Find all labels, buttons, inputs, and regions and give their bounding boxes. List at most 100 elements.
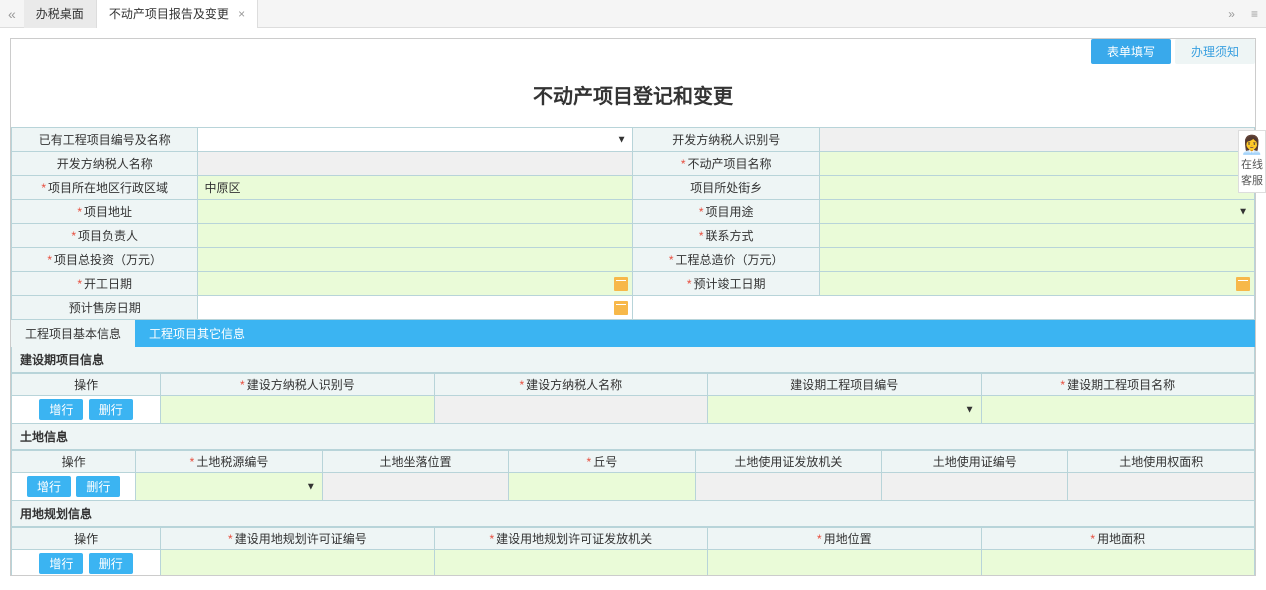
support-icon: 👩‍💼 [1239, 135, 1265, 156]
help-label: 在线客服 [1239, 156, 1265, 188]
table-row: 增行 删行 ▼ [12, 396, 1255, 424]
table-construction: 操作 *建设方纳税人识别号 *建设方纳税人名称 建设期工程项目编号 *建设期工程… [11, 373, 1255, 424]
input-contact[interactable] [819, 224, 1254, 248]
input-end-date[interactable] [819, 272, 1254, 296]
cell-c4[interactable] [981, 396, 1254, 424]
calendar-icon [614, 277, 628, 291]
tab-label: 不动产项目报告及变更 [109, 7, 229, 21]
cell-c2[interactable] [434, 550, 707, 577]
th-c4: *建设期工程项目名称 [981, 374, 1254, 396]
th-c1: *建设方纳税人识别号 [161, 374, 434, 396]
label-usage: *项目用途 [633, 200, 819, 224]
cell-c1[interactable] [161, 396, 434, 424]
cell-c3[interactable] [509, 473, 695, 501]
input-dev-taxid [819, 128, 1254, 152]
tab-desktop[interactable]: 办税桌面 [24, 0, 97, 28]
input-cost[interactable] [819, 248, 1254, 272]
table-row: 增行 删行 ▼ [12, 473, 1255, 501]
table-row: 增行 删行 [12, 550, 1255, 577]
th-c5: 土地使用证编号 [882, 451, 1068, 473]
label-project-name: *不动产项目名称 [633, 152, 819, 176]
cell-c6 [1068, 473, 1255, 501]
label-end-date: *预计竣工日期 [633, 272, 819, 296]
chevron-down-icon: ▼ [965, 404, 975, 415]
input-usage[interactable]: ▼ [819, 200, 1254, 224]
input-street[interactable]: ▼ [819, 176, 1254, 200]
empty-cell [633, 296, 1255, 320]
del-row-button[interactable]: 删行 [76, 476, 120, 497]
cell-c3[interactable]: ▼ [708, 396, 981, 424]
input-manager[interactable] [198, 224, 633, 248]
label-address: *项目地址 [12, 200, 198, 224]
add-row-button[interactable]: 增行 [27, 476, 71, 497]
action-tabs: 表单填写 办理须知 [11, 39, 1255, 64]
input-project-no[interactable]: ▼ [198, 128, 633, 152]
th-c6: 土地使用权面积 [1068, 451, 1255, 473]
label-project-no: 已有工程项目编号及名称 [12, 128, 198, 152]
cell-op: 增行 删行 [12, 396, 161, 424]
input-investment[interactable] [198, 248, 633, 272]
th-c2: *建设方纳税人名称 [434, 374, 707, 396]
tab-other-info[interactable]: 工程项目其它信息 [135, 320, 259, 347]
online-help-button[interactable]: 👩‍💼 在线客服 [1238, 130, 1266, 193]
label-dev-name: 开发方纳税人名称 [12, 152, 198, 176]
th-c3: *丘号 [509, 451, 695, 473]
menu-icon[interactable]: ≡ [1243, 7, 1266, 21]
del-row-button[interactable]: 删行 [89, 553, 133, 574]
tab-process-notice[interactable]: 办理须知 [1175, 39, 1255, 64]
cell-c2 [434, 396, 707, 424]
chevron-down-icon: ▼ [1238, 206, 1248, 217]
add-row-button[interactable]: 增行 [39, 399, 83, 420]
input-project-name[interactable] [819, 152, 1254, 176]
add-row-button[interactable]: 增行 [39, 553, 83, 574]
th-op: 操作 [12, 528, 161, 550]
cell-c1[interactable]: ▼ [136, 473, 322, 501]
input-dev-name [198, 152, 633, 176]
chevron-down-icon: ▼ [306, 481, 316, 492]
label-street: 项目所处街乡 [633, 176, 819, 200]
table-land-plan: 操作 *建设用地规划许可证编号 *建设用地规划许可证发放机关 *用地位置 *用地… [11, 527, 1255, 576]
del-row-button[interactable]: 删行 [89, 399, 133, 420]
th-c1: *土地税源编号 [136, 451, 322, 473]
section-land: 土地信息 [11, 424, 1255, 450]
cell-op: 增行 删行 [12, 473, 136, 501]
th-op: 操作 [12, 451, 136, 473]
th-c4: 土地使用证发放机关 [695, 451, 881, 473]
close-icon[interactable]: × [238, 7, 245, 21]
label-start-date: *开工日期 [12, 272, 198, 296]
tab-realestate[interactable]: 不动产项目报告及变更 × [97, 0, 258, 28]
calendar-icon [1236, 277, 1250, 291]
cell-c4 [695, 473, 881, 501]
label-cost: *工程总造价（万元） [633, 248, 819, 272]
input-address[interactable] [198, 200, 633, 224]
label-region: *项目所在地区行政区域 [12, 176, 198, 200]
th-c2: *建设用地规划许可证发放机关 [434, 528, 707, 550]
page-title: 不动产项目登记和变更 [11, 66, 1255, 127]
tab-form-fill[interactable]: 表单填写 [1091, 39, 1171, 64]
tab-basic-info[interactable]: 工程项目基本信息 [11, 320, 135, 347]
chevron-right-icon[interactable]: » [1220, 7, 1243, 21]
sub-tabs: 工程项目基本信息 工程项目其它信息 [11, 320, 1255, 347]
chevron-left-icon[interactable]: « [0, 6, 24, 22]
th-c3: 建设期工程项目编号 [708, 374, 981, 396]
input-region[interactable]: 中原区 [198, 176, 633, 200]
tab-label: 办税桌面 [36, 7, 84, 21]
cell-c1[interactable] [161, 550, 434, 577]
label-investment: *项目总投资（万元） [12, 248, 198, 272]
chevron-down-icon: ▼ [617, 134, 627, 145]
label-manager: *项目负责人 [12, 224, 198, 248]
cell-c2 [322, 473, 508, 501]
section-construction: 建设期项目信息 [11, 347, 1255, 373]
th-op: 操作 [12, 374, 161, 396]
input-sale-date[interactable] [198, 296, 633, 320]
cell-c4[interactable] [981, 550, 1254, 577]
label-dev-taxid: 开发方纳税人识别号 [633, 128, 819, 152]
main-form: 已有工程项目编号及名称 ▼ 开发方纳税人识别号 开发方纳税人名称 *不动产项目名… [11, 127, 1255, 320]
top-tab-bar: « 办税桌面 不动产项目报告及变更 × » ≡ [0, 0, 1266, 28]
main-scroll[interactable]: 表单填写 办理须知 不动产项目登记和变更 已有工程项目编号及名称 ▼ 开发方纳税… [10, 38, 1256, 576]
label-contact: *联系方式 [633, 224, 819, 248]
cell-op: 增行 删行 [12, 550, 161, 577]
th-c1: *建设用地规划许可证编号 [161, 528, 434, 550]
cell-c3[interactable] [708, 550, 981, 577]
input-start-date[interactable] [198, 272, 633, 296]
